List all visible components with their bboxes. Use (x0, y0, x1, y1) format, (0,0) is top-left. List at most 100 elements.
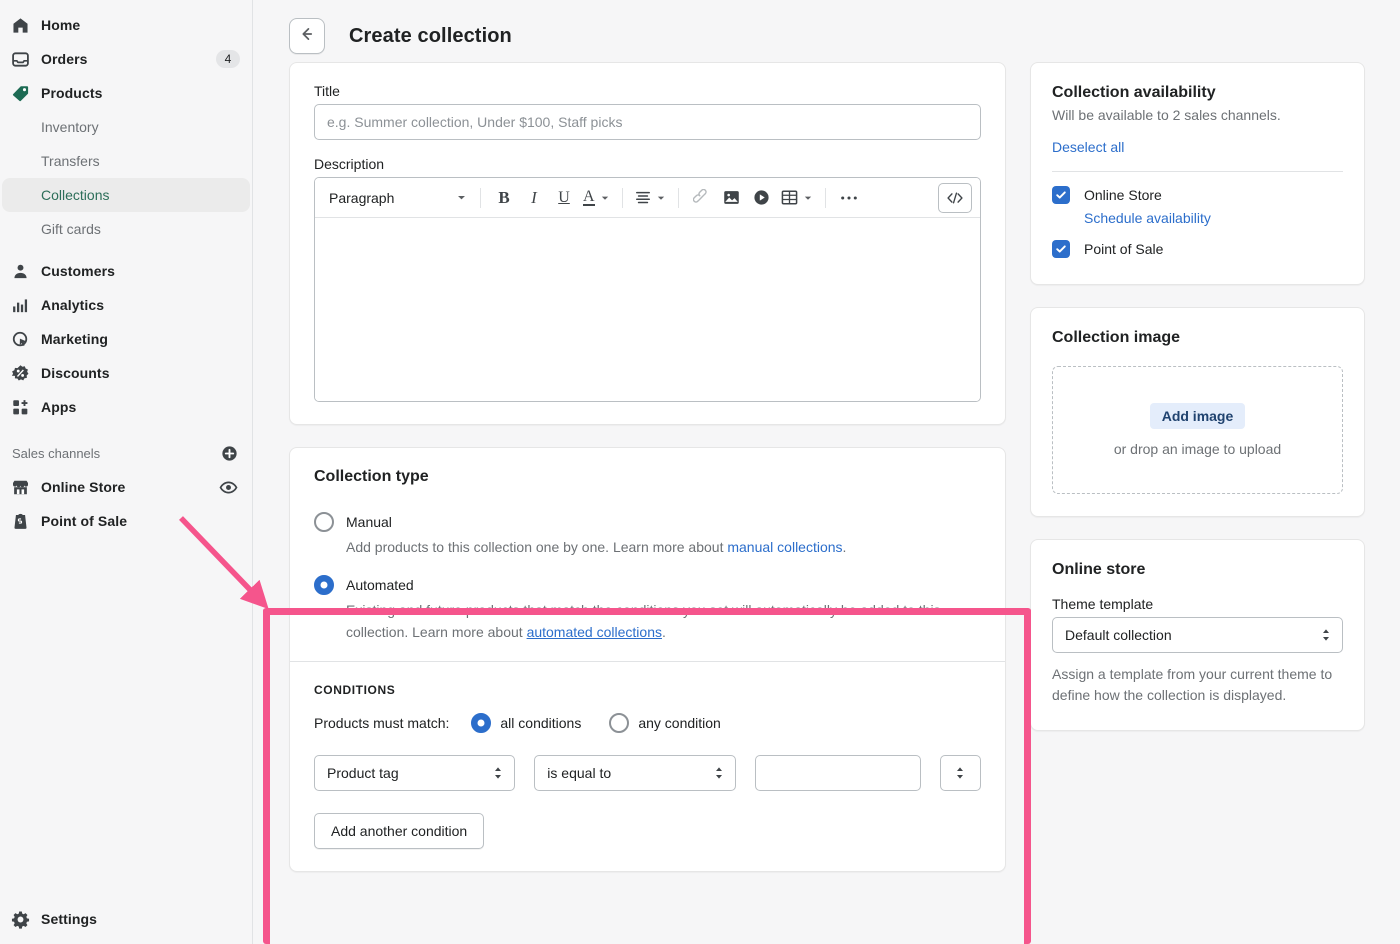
app-root: Home Orders 4 Products Inventory Transfe… (0, 0, 1400, 944)
description-editor: Paragraph B I U A (314, 177, 981, 402)
condition-value-input[interactable] (754, 755, 921, 791)
sidebar-item-discounts[interactable]: Discounts (2, 356, 250, 390)
sidebar-item-online-store[interactable]: Online Store (2, 470, 250, 504)
orders-inbox-icon (10, 49, 30, 69)
sidebar-item-settings[interactable]: Settings (2, 902, 250, 936)
bold-icon[interactable]: B (490, 184, 518, 212)
image-icon[interactable] (718, 184, 746, 212)
sidebar-item-label: Analytics (41, 297, 105, 313)
sidebar-item-analytics[interactable]: Analytics (2, 288, 250, 322)
sidebar-item-label: Apps (41, 399, 77, 415)
back-button[interactable] (289, 18, 325, 54)
sidebar-item-apps[interactable]: Apps (2, 390, 250, 424)
condition-operator-value: is equal to (547, 765, 612, 781)
toolbar-divider (677, 187, 679, 208)
chevron-down-icon (657, 196, 664, 200)
link-icon[interactable] (688, 184, 716, 212)
table-icon[interactable] (778, 184, 816, 212)
updown-chevron-icon (495, 767, 502, 779)
description-textarea[interactable] (315, 218, 980, 401)
automated-help-suffix: . (661, 624, 666, 640)
orders-count-badge: 4 (216, 50, 240, 68)
condition-value-stepper[interactable] (939, 755, 981, 791)
online-store-checkbox[interactable] (1052, 186, 1070, 204)
collection-image-title: Collection image (1052, 329, 1181, 346)
check-icon (1056, 191, 1066, 199)
sidebar-item-label: Marketing (41, 331, 109, 347)
updown-chevron-icon (1323, 629, 1329, 641)
page-title: Create collection (349, 24, 512, 47)
conditions-section: CONDITIONS Products must match: all cond… (290, 662, 1005, 871)
point-of-sale-label: Point of Sale (1084, 241, 1164, 257)
collection-type-option-manual[interactable]: Manual Add products to this collection o… (314, 512, 981, 558)
eye-icon[interactable] (218, 477, 238, 497)
block-format-select[interactable]: Paragraph (323, 184, 471, 212)
sidebar-item-point-of-sale[interactable]: Point of Sale (2, 504, 250, 538)
sidebar-item-products[interactable]: Products (2, 76, 250, 110)
automated-collections-link[interactable]: automated collections (527, 624, 662, 640)
theme-template-label: Theme template (1052, 596, 1154, 612)
video-icon[interactable] (748, 184, 776, 212)
sidebar-item-label: Settings (41, 911, 98, 927)
channel-point-of-sale[interactable]: Point of Sale (1052, 240, 1343, 258)
more-options-icon[interactable] (835, 184, 863, 212)
align-icon[interactable] (632, 184, 669, 212)
block-format-value: Paragraph (329, 189, 395, 206)
sidebar-item-transfers[interactable]: Transfers (2, 144, 250, 178)
underline-icon[interactable]: U (550, 184, 578, 212)
sidebar-item-customers[interactable]: Customers (2, 254, 250, 288)
image-dropzone[interactable]: Add image or drop an image to upload (1052, 366, 1343, 494)
sidebar-item-orders[interactable]: Orders 4 (2, 42, 250, 76)
sidebar-item-collections[interactable]: Collections (2, 178, 250, 212)
chevron-down-icon (804, 196, 811, 200)
automated-radio[interactable] (314, 575, 334, 595)
condition-operator-select[interactable]: is equal to (534, 755, 736, 791)
sidebar-item-inventory[interactable]: Inventory (2, 110, 250, 144)
condition-field-value: Product tag (327, 765, 399, 781)
customer-person-icon (10, 261, 30, 281)
sidebar-item-gift-cards[interactable]: Gift cards (2, 212, 250, 246)
text-color-icon[interactable]: A (580, 184, 613, 212)
check-icon (1056, 245, 1066, 253)
collection-availability-card: Collection availability Will be availabl… (1030, 62, 1365, 285)
theme-template-select[interactable]: Default collection (1052, 617, 1343, 653)
editor-toolbar: Paragraph B I U A (315, 178, 980, 218)
sidebar-settings-row: Settings (0, 902, 252, 936)
sidebar-subitem-label: Gift cards (41, 221, 101, 237)
theme-template-value: Default collection (1065, 627, 1172, 643)
italic-icon[interactable]: I (520, 184, 548, 212)
sidebar-item-label: Discounts (41, 365, 110, 381)
add-another-condition-button[interactable]: Add another condition (314, 813, 485, 849)
analytics-bars-icon (10, 295, 30, 315)
manual-radio[interactable] (314, 512, 334, 532)
html-code-icon[interactable] (938, 182, 972, 213)
sidebar-item-label: Home (41, 17, 81, 33)
match-all-option[interactable]: all conditions (471, 713, 581, 733)
collection-type-option-automated[interactable]: Automated Existing and future products t… (314, 575, 981, 643)
match-any-option[interactable]: any condition (609, 713, 721, 733)
condition-field-select[interactable]: Product tag (314, 755, 516, 791)
sidebar-item-marketing[interactable]: Marketing (2, 322, 250, 356)
point-of-sale-checkbox[interactable] (1052, 240, 1070, 258)
all-conditions-radio[interactable] (471, 713, 492, 733)
deselect-all-link[interactable]: Deselect all (1052, 139, 1124, 155)
sidebar-item-home[interactable]: Home (2, 8, 250, 42)
any-condition-radio[interactable] (609, 713, 630, 733)
chevron-down-icon (458, 195, 465, 200)
add-sales-channel-icon[interactable] (220, 444, 238, 462)
condition-row: Product tag is equal to (314, 755, 981, 791)
manual-collections-link[interactable]: manual collections (727, 539, 842, 555)
home-icon (10, 15, 30, 35)
toolbar-divider (824, 187, 826, 208)
discounts-badge-icon (10, 363, 30, 383)
apps-grid-icon (10, 397, 30, 417)
channel-online-store[interactable]: Online Store (1052, 186, 1343, 204)
conditions-heading: CONDITIONS (314, 683, 396, 697)
add-image-button[interactable]: Add image (1149, 403, 1246, 429)
page-header: Create collection (289, 0, 1372, 62)
collection-type-card: Collection type Manual Add products to t… (289, 447, 1006, 872)
schedule-availability-link[interactable]: Schedule availability (1084, 210, 1211, 226)
main-navigation-sidebar: Home Orders 4 Products Inventory Transfe… (0, 0, 253, 944)
manual-label: Manual (346, 514, 392, 530)
title-input[interactable] (314, 104, 981, 140)
